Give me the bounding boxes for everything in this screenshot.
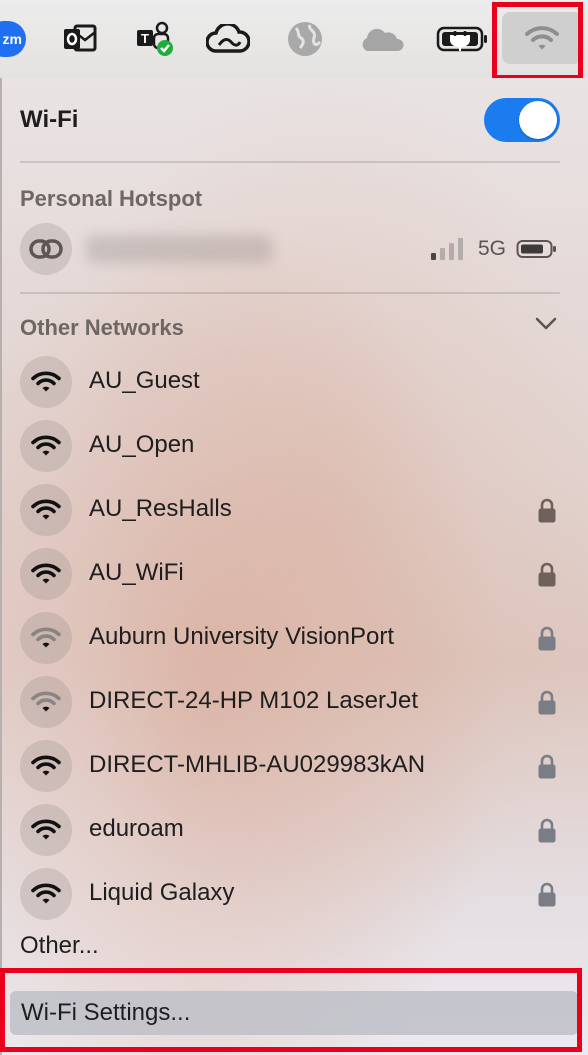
wifi-signal-icon: [20, 484, 72, 536]
globe-icon[interactable]: [284, 12, 326, 66]
wifi-title: Wi-Fi: [20, 106, 79, 133]
hotspot-battery-icon: [516, 240, 556, 258]
teams-icon[interactable]: T: [134, 12, 176, 66]
network-name: Auburn University VisionPort: [89, 623, 395, 650]
network-row[interactable]: AU_ResHalls: [2, 478, 588, 542]
personal-hotspot-label: Personal Hotspot: [20, 186, 203, 211]
wifi-signal-icon: [20, 548, 72, 600]
network-row[interactable]: Auburn University VisionPort: [2, 606, 588, 670]
divider: [20, 161, 560, 163]
hotspot-row[interactable]: 5G: [2, 217, 588, 281]
lock-icon: [538, 754, 556, 779]
wifi-signal-icon: [20, 356, 72, 408]
network-row[interactable]: AU_Open: [2, 414, 588, 478]
network-name: DIRECT-24-HP M102 LaserJet: [89, 687, 419, 714]
lock-icon: [538, 498, 556, 523]
other-networks-link[interactable]: Other...: [20, 932, 99, 960]
network-row[interactable]: eduroam: [2, 798, 588, 862]
network-row[interactable]: Liquid Galaxy: [2, 862, 588, 926]
lock-icon: [538, 562, 556, 587]
chevron-down-icon[interactable]: [534, 316, 558, 332]
lock-icon: [538, 626, 556, 651]
network-name: Liquid Galaxy: [89, 879, 235, 906]
creative-cloud-icon[interactable]: [206, 12, 250, 66]
divider: [20, 292, 560, 294]
network-name: AU_WiFi: [89, 559, 184, 586]
network-name: AU_Open: [89, 431, 195, 458]
network-type-label: 5G: [478, 237, 507, 260]
screen: zm T Wi-Fi Personal Hotspot 5G Other Net…: [0, 0, 588, 1055]
network-row[interactable]: AU_WiFi: [2, 542, 588, 606]
hotspot-link-icon: [20, 223, 72, 275]
other-networks-label: Other Networks: [20, 315, 184, 340]
wifi-signal-icon: [20, 420, 72, 472]
hotspot-device-name-blurred: [86, 235, 272, 263]
outlook-icon[interactable]: [60, 12, 100, 66]
battery-charging-icon[interactable]: [436, 12, 490, 66]
wifi-signal-icon: [20, 740, 72, 792]
network-row[interactable]: DIRECT-MHLIB-AU029983kAN: [2, 734, 588, 798]
wifi-signal-icon: [20, 868, 72, 920]
zoom-icon[interactable]: zm: [0, 21, 26, 57]
wifi-signal-icon: [20, 612, 72, 664]
network-row[interactable]: AU_Guest: [2, 350, 588, 414]
onedrive-icon[interactable]: [358, 12, 406, 66]
network-name: DIRECT-MHLIB-AU029983kAN: [89, 751, 426, 778]
menu-bar: zm T: [0, 0, 588, 80]
highlight-box-wifi-status: [492, 2, 583, 80]
network-name: eduroam: [89, 815, 184, 842]
lock-icon: [538, 882, 556, 907]
lock-icon: [538, 818, 556, 843]
toggle-knob: [519, 101, 557, 139]
wifi-signal-icon: [20, 804, 72, 856]
network-row[interactable]: DIRECT-24-HP M102 LaserJet: [2, 670, 588, 734]
cellular-signal-icon: [431, 238, 463, 260]
svg-text:T: T: [141, 31, 149, 46]
wifi-signal-icon: [20, 676, 72, 728]
wifi-toggle[interactable]: [484, 98, 560, 142]
highlight-box-wifi-settings: [0, 968, 582, 1052]
wifi-menu-panel: Wi-Fi Personal Hotspot 5G Other Networks…: [0, 78, 588, 1055]
network-name: AU_ResHalls: [89, 495, 232, 522]
network-name: AU_Guest: [89, 367, 200, 394]
lock-icon: [538, 690, 556, 715]
